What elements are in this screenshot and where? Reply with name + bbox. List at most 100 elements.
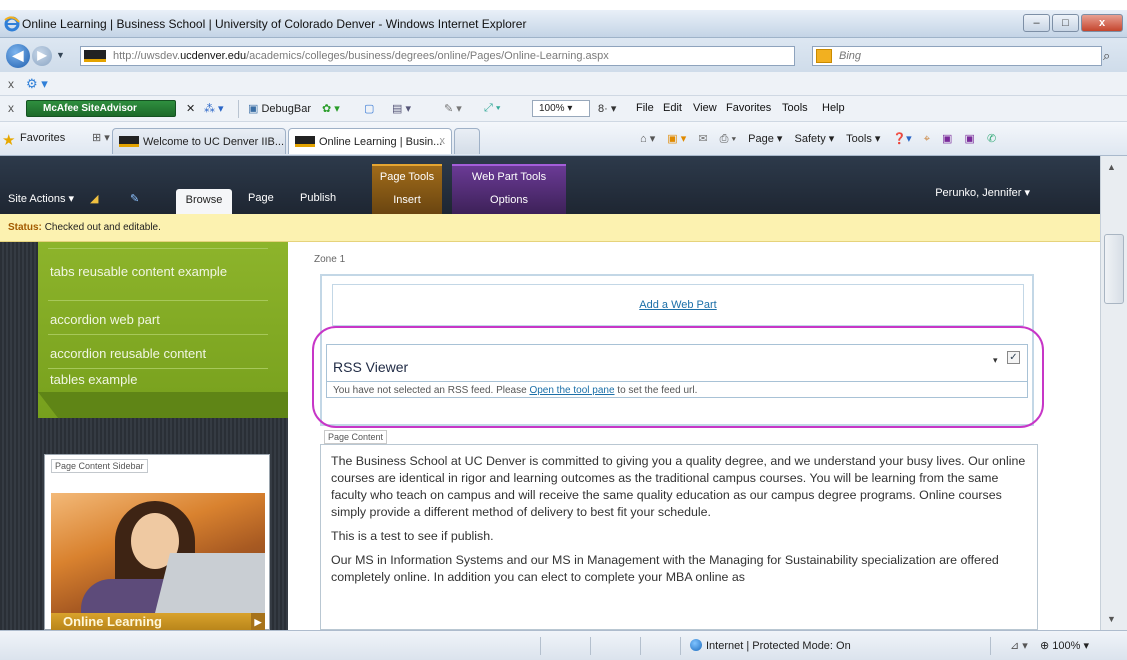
safety-menu[interactable]: Safety ▾ — [795, 133, 835, 145]
menu-view[interactable]: View — [693, 102, 717, 114]
scroll-up-icon[interactable]: ▲ — [1107, 162, 1116, 172]
toolbar-row-1: x ⚙ ▾ — [0, 72, 1127, 96]
status-separator — [540, 637, 541, 655]
quick-tabs-icon[interactable]: ⊞ ▾ — [92, 131, 110, 144]
resize-icon[interactable]: ⤢ ▾ — [484, 102, 500, 115]
history-dropdown-icon[interactable]: ▼ — [56, 50, 65, 60]
status-separator — [640, 637, 641, 655]
page-menu[interactable]: Page ▾ — [748, 133, 782, 145]
site-favicon-icon — [84, 50, 106, 62]
globe-icon — [690, 639, 702, 651]
scroll-thumb[interactable] — [1104, 234, 1124, 304]
search-field[interactable]: Bing — [812, 46, 1102, 66]
status-separator — [680, 637, 681, 655]
bing-icon — [816, 49, 832, 63]
tab-browse[interactable]: Browse — [176, 189, 232, 214]
favorites-star-icon[interactable]: ★ — [2, 131, 15, 149]
favorites-button[interactable]: Favorites — [20, 132, 65, 144]
menu-edit[interactable]: Edit — [663, 102, 682, 114]
address-bar: ◀ ▶ ▼ http://uwsdev.ucdenver.edu/academi… — [0, 38, 1127, 72]
tab-insert[interactable]: Insert — [372, 194, 442, 206]
tab-publish[interactable]: Publish — [300, 192, 336, 204]
left-navigation: tabs reusable content example accordion … — [38, 242, 288, 418]
page-content-label: Page Content — [324, 430, 388, 444]
zoom-select[interactable]: 100% ▾ — [532, 100, 590, 117]
close-tab-icon[interactable]: x — [440, 135, 446, 147]
nav-divider — [48, 334, 268, 335]
menu-tools[interactable]: Tools — [782, 102, 808, 114]
page-status-bar: Status: Checked out and editable. — [0, 214, 1100, 242]
nav-item-tabs-reusable[interactable]: tabs reusable content example — [50, 264, 250, 279]
developer-icon[interactable]: 8· ▾ — [598, 102, 616, 115]
tab-options[interactable]: Options — [452, 194, 566, 206]
nav-item-accordion-web-part[interactable]: accordion web part — [50, 312, 250, 327]
page-icon[interactable]: ▢ — [364, 102, 374, 115]
window-title: Online Learning | Business School | Univ… — [22, 17, 527, 31]
menu-favorites[interactable]: Favorites — [726, 102, 771, 114]
research-icon[interactable]: ⌖ — [924, 133, 930, 145]
menu-file[interactable]: File — [636, 102, 654, 114]
window-controls: – □ x — [1021, 14, 1123, 32]
search-icon[interactable]: ⌕ — [1103, 48, 1110, 64]
mcafee-button[interactable]: McAfee SiteAdvisor — [26, 100, 176, 117]
menu-help[interactable]: Help — [822, 102, 845, 114]
web-part-tools-group: Web Part Tools Options — [452, 164, 566, 214]
content-paragraph: This is a test to see if publish. — [331, 529, 494, 543]
title-bar: Online Learning | Business School | Univ… — [0, 10, 1127, 38]
home-icon[interactable]: ⌂ ▾ — [640, 133, 655, 145]
status-separator — [590, 637, 591, 655]
status-separator — [990, 637, 991, 655]
navigate-up-icon[interactable]: ◢ — [90, 192, 98, 205]
tab-page[interactable]: Page — [248, 192, 274, 204]
forward-button[interactable]: ▶ — [32, 46, 52, 66]
onenote-icon[interactable]: ▣ — [942, 133, 952, 145]
nav-item-accordion-reusable[interactable]: accordion reusable content — [50, 346, 250, 361]
online-learning-link[interactable]: Online Learning ▶ — [51, 613, 265, 630]
browser-window: Online Learning | Business School | Univ… — [0, 0, 1127, 660]
new-tab-button[interactable] — [454, 128, 480, 154]
addon-icon[interactable]: ✿ ▾ — [322, 102, 340, 115]
nav-fold — [38, 392, 288, 418]
nav-divider — [48, 248, 268, 249]
nav-item-tables-example[interactable]: tables example — [50, 372, 250, 387]
page-tools-group: Page Tools Insert — [372, 164, 442, 214]
url-field[interactable]: http://uwsdev.ucdenver.edu/academics/col… — [80, 46, 859, 66]
security-zone[interactable]: Internet | Protected Mode: On — [690, 639, 851, 652]
add-web-part-box: Add a Web Part — [332, 284, 1024, 326]
add-web-part-link[interactable]: Add a Web Part — [333, 299, 1023, 311]
print-icon[interactable]: ⎙ ▾ — [720, 133, 736, 145]
debugbar-button[interactable]: ▣ DebugBar — [248, 102, 311, 115]
maximize-button[interactable]: □ — [1052, 14, 1079, 32]
toolbar-close-icon[interactable]: ✕ — [186, 102, 195, 115]
scroll-down-icon[interactable]: ▼ — [1107, 614, 1116, 624]
tools-menu[interactable]: Tools ▾ — [846, 133, 880, 145]
print-preview-icon[interactable]: ▤ ▾ — [392, 102, 411, 115]
feeds-icon[interactable]: ▣ ▾ — [667, 133, 686, 145]
minimize-button[interactable]: – — [1023, 14, 1050, 32]
tab-welcome[interactable]: Welcome to UC Denver IIB... — [112, 128, 286, 154]
help-icon[interactable]: ❓▾ — [892, 133, 911, 145]
status-zoom[interactable]: ⊕ 100% ▾ — [1040, 639, 1089, 652]
back-button[interactable]: ◀ — [6, 44, 30, 68]
page-content-editor[interactable]: The Business School at UC Denver is comm… — [320, 444, 1038, 630]
pen-icon[interactable]: ✎ ▾ — [444, 102, 462, 115]
tab-label: Welcome to UC Denver IIB... — [143, 136, 285, 148]
user-menu[interactable]: Perunko, Jennifer ▾ — [935, 186, 1030, 199]
protected-mode-icon[interactable]: ⊿ ▾ — [1010, 639, 1028, 652]
close-toolbar-icon[interactable]: x — [8, 77, 14, 91]
site-actions-menu[interactable]: Site Actions ▾ — [8, 192, 74, 205]
toolbar-row-2: x McAfee SiteAdvisor ✕ ⁂ ▾ ▣ DebugBar ✿ … — [0, 96, 1127, 122]
messenger-icon[interactable]: ✆ — [987, 133, 996, 145]
close-toolbar-icon[interactable]: x — [8, 101, 14, 115]
mail-icon[interactable]: ✉ — [698, 133, 707, 145]
tab-online-learning[interactable]: Online Learning | Busin... x — [288, 128, 452, 154]
chevron-right-icon: ▶ — [251, 613, 265, 630]
onenote-send-icon[interactable]: ▣ — [964, 133, 974, 145]
toolbar-addon-icon[interactable]: ⚙ ▾ — [26, 76, 48, 92]
close-window-button[interactable]: x — [1081, 14, 1123, 32]
toolbar-tools-icon[interactable]: ⁂ ▾ — [204, 102, 224, 115]
nav-divider — [48, 368, 268, 369]
vertical-scrollbar[interactable]: ▲ ▼ — [1100, 156, 1127, 630]
edit-page-icon[interactable]: ✎ — [130, 192, 139, 205]
sharepoint-ribbon: Site Actions ▾ ◢ ✎ Browse Page Publish P… — [0, 156, 1100, 214]
